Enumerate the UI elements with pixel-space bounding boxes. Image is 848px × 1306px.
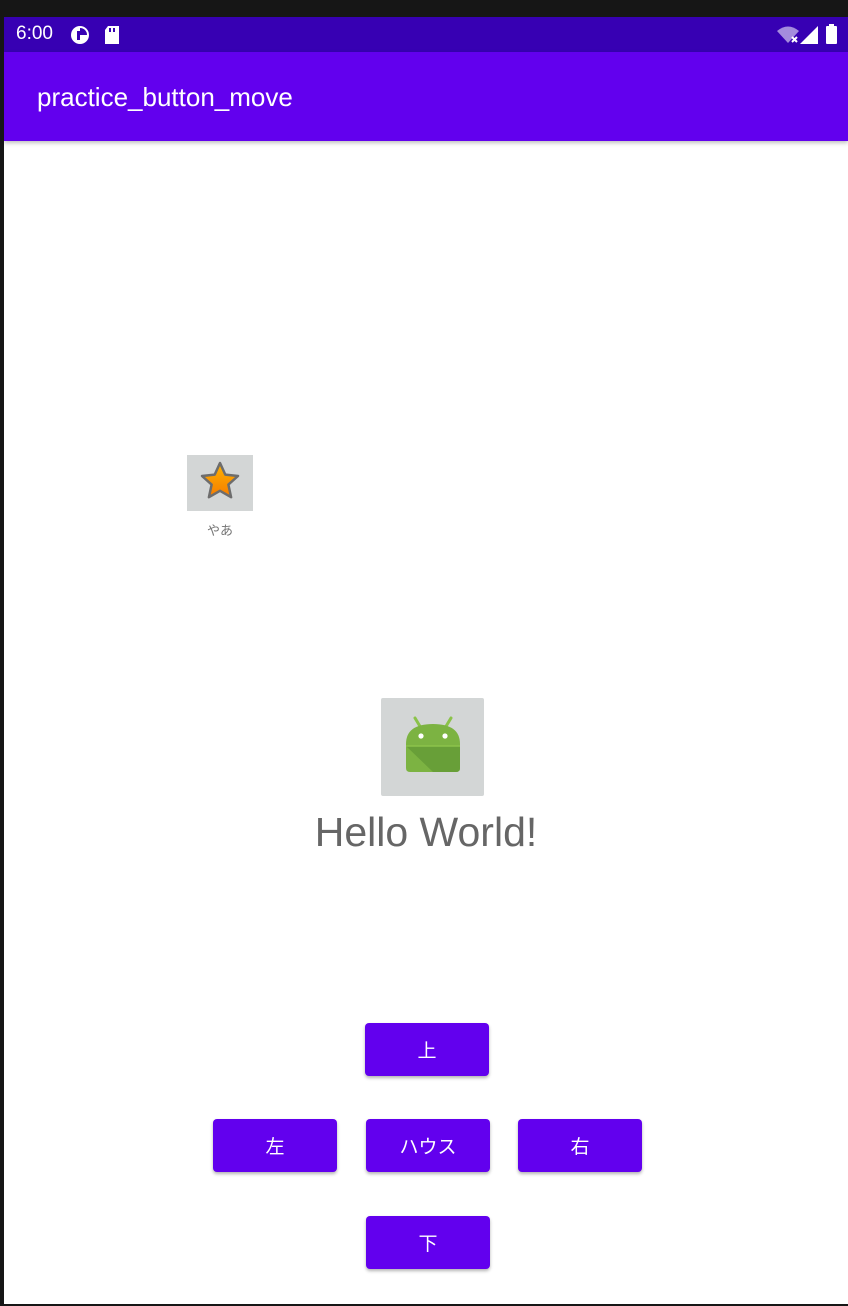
android-robot-icon xyxy=(403,716,463,778)
wifi-icon xyxy=(777,26,799,48)
notification-icon xyxy=(70,25,90,49)
sd-card-icon xyxy=(104,25,120,49)
status-bar: 6:00 xyxy=(4,17,848,52)
star-widget[interactable]: やあ xyxy=(187,455,253,539)
right-button[interactable]: 右 xyxy=(518,1119,642,1172)
device-screen: 6:00 practice_button_move やあ Hello World… xyxy=(4,17,848,1304)
star-image-button[interactable] xyxy=(187,455,253,511)
up-button[interactable]: 上 xyxy=(365,1023,489,1076)
star-label: やあ xyxy=(206,524,233,539)
hello-text: Hello World! xyxy=(314,809,538,855)
app-bar: practice_button_move xyxy=(4,52,848,141)
status-time: 6:00 xyxy=(16,23,53,44)
app-title: practice_button_move xyxy=(37,82,293,112)
android-image xyxy=(381,698,484,796)
left-button[interactable]: 左 xyxy=(213,1119,337,1172)
down-button[interactable]: 下 xyxy=(366,1216,490,1269)
house-button[interactable]: ハウス xyxy=(366,1119,490,1172)
battery-icon xyxy=(826,24,837,48)
star-icon xyxy=(200,461,240,505)
signal-icon xyxy=(800,26,818,48)
top-bezel xyxy=(0,0,848,17)
main-content: やあ Hello World! 上 左 ハウス 右 下 xyxy=(4,141,848,1304)
